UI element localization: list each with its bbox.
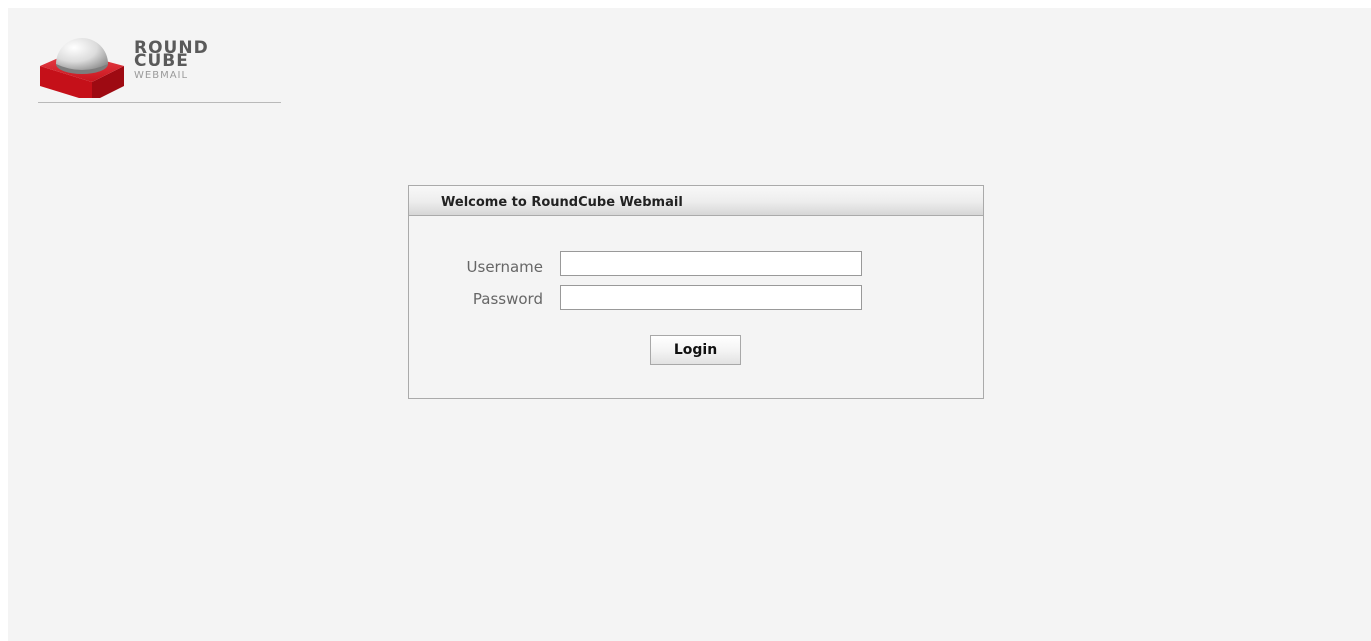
logo-divider	[38, 102, 281, 103]
password-label: Password	[472, 290, 543, 308]
login-button[interactable]: Login	[650, 335, 741, 365]
login-page: ROUND CUBE WEBMAIL Welcome to RoundCube …	[8, 8, 1371, 641]
username-input[interactable]	[560, 251, 862, 276]
username-label: Username	[466, 258, 543, 276]
login-form: Welcome to RoundCube Webmail Username Pa…	[408, 185, 984, 399]
logo-wordmark: ROUND CUBE WEBMAIL	[134, 40, 209, 84]
roundcube-logo-icon	[40, 38, 124, 98]
password-input[interactable]	[560, 285, 862, 310]
roundcube-logo: ROUND CUBE WEBMAIL	[38, 20, 283, 103]
logo-word-webmail: WEBMAIL	[134, 70, 189, 81]
login-title: Welcome to RoundCube Webmail	[409, 186, 983, 216]
